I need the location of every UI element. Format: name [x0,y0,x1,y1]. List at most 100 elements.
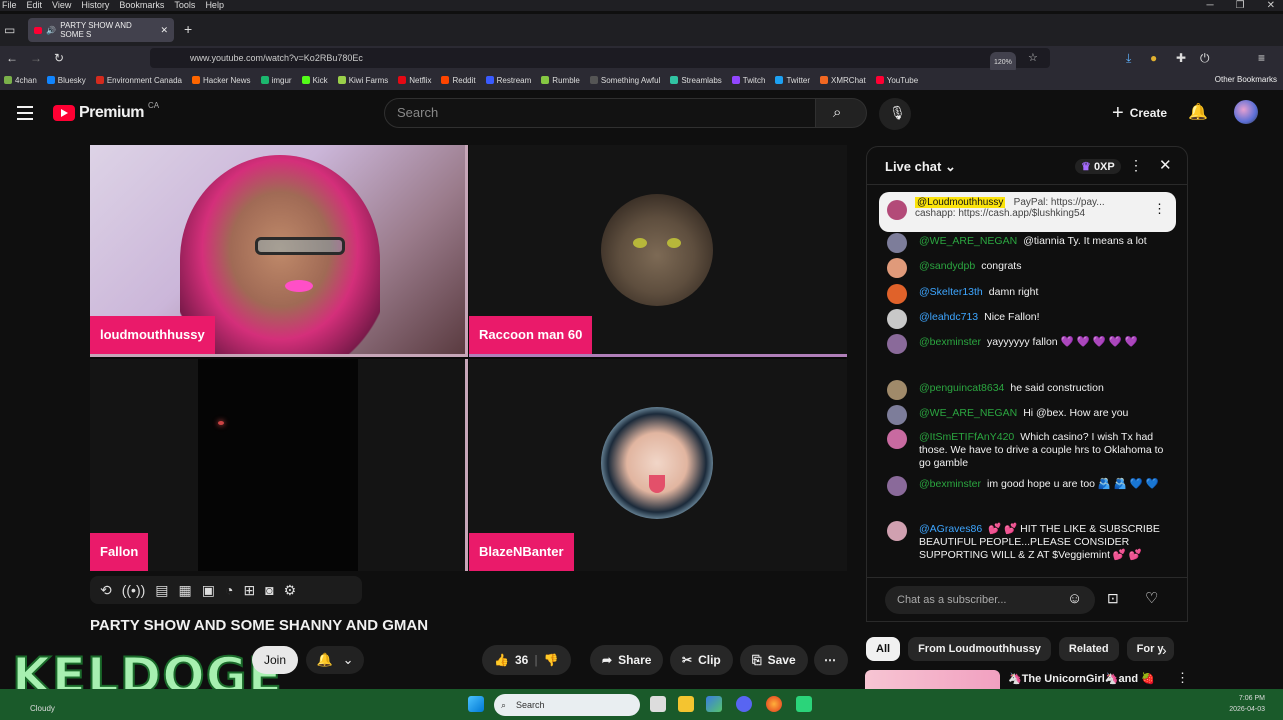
recommended-more-icon[interactable]: ⋮ [1176,670,1189,686]
like-button[interactable]: 👍 36 | 👎 [482,645,571,675]
menu-edit[interactable]: Edit [27,0,43,11]
avatar[interactable] [1234,100,1258,124]
heart-icon[interactable]: ♡ [1145,589,1158,607]
file-explorer-icon[interactable] [678,696,694,712]
back-icon[interactable]: ← [6,51,18,65]
recommended-thumbnail[interactable] [865,670,1000,690]
bookmark-item[interactable]: Bluesky [46,76,86,85]
chat-author[interactable]: @leahdc713 [919,311,978,323]
chevron-down-icon[interactable]: ⌄ [945,159,956,174]
more-actions-button[interactable]: ⋯ [814,645,848,675]
bookmark-item[interactable]: Rumble [541,76,580,85]
emoji-icon[interactable]: ☺ [1067,590,1082,607]
menu-help[interactable]: Help [205,0,224,11]
chat-author[interactable]: @bexminster [919,478,981,490]
save-button[interactable]: ⎘ Save [740,645,808,675]
forward-icon[interactable]: → [30,51,42,65]
extension-icon[interactable]: ● [1150,51,1157,65]
bookmark-item[interactable]: YouTube [875,76,918,85]
bookmark-star-icon[interactable]: ☆ [1028,48,1038,68]
minimize-icon[interactable]: ─ [1207,0,1214,11]
super-chat-icon[interactable]: ⊡ [1107,590,1119,607]
chat-title[interactable]: Live chat [885,159,941,174]
clapper-icon[interactable]: ▦ [179,582,192,599]
search-button[interactable]: ⌕ [815,98,867,128]
voice-search-button[interactable]: 🎙 [879,98,911,130]
chat-message[interactable]: @WE_ARE_NEGAN @tiannia Ty. It means a lot [887,233,1177,253]
add-icon[interactable]: ⊞ [243,582,255,599]
recommended-title[interactable]: 🦄The UnicornGirl🦄and 🍓 [1008,672,1155,685]
create-button[interactable]: + Create [1102,98,1177,128]
menu-tools[interactable]: Tools [174,0,195,11]
chat-author[interactable]: @bexminster [919,336,981,348]
weather-text[interactable]: Cloudy [30,704,55,713]
bookmark-item[interactable]: Environment Canada [95,76,182,85]
extensions-puzzle-icon[interactable]: ✚ [1176,51,1186,65]
loop-icon[interactable]: ⟲ [100,582,112,599]
chat-more-icon[interactable]: ⋮ [1129,157,1143,174]
chat-author[interactable]: @sandydpb [919,260,975,272]
pinned-more-icon[interactable]: ⋮ [1153,201,1166,217]
browser-tab[interactable]: 🔊 PARTY SHOW AND SOME S ✕ [28,18,174,42]
windows-start-icon[interactable] [468,696,484,712]
chat-message[interactable]: @WE_ARE_NEGAN Hi @bex. How are you [887,405,1177,425]
chat-message[interactable]: @AGraves86 💕 💕 HIT THE LIKE & SUBSCRIBE B… [887,521,1177,562]
xp-badge[interactable]: ♛ 0XP [1075,159,1121,174]
system-clock[interactable]: 7:06 PM 2026-04-03 [1229,693,1265,715]
menu-history[interactable]: History [81,0,109,11]
chat-message[interactable]: @ItSmETIFfAnY420 Which casino? I wish Tx … [887,429,1177,470]
chat-author[interactable]: @AGraves86 [919,523,982,535]
chip-from-channel[interactable]: From Loudmouthhussy [908,637,1051,661]
new-tab-icon[interactable]: + [184,21,192,37]
stats-icon[interactable]: ▤ [155,582,168,599]
bookmark-item[interactable]: imgur [260,76,292,85]
chat-input[interactable]: Chat as a subscriber... [885,586,1095,614]
clip-button[interactable]: ✂ Clip [670,645,733,675]
menu-bookmarks[interactable]: Bookmarks [119,0,164,11]
chat-message[interactable]: @sandydpb congrats [887,258,1177,278]
notifications-bell-icon[interactable]: 🔔 [1188,102,1208,122]
bookmark-item[interactable]: Streamlabs [670,76,722,85]
join-button[interactable]: Join [252,646,298,674]
menu-file[interactable]: File [2,0,17,11]
thumbs-down-icon[interactable]: 👎 [544,653,559,667]
other-bookmarks[interactable]: Other Bookmarks [1215,75,1277,84]
bookmark-item[interactable]: Twitter [775,76,810,85]
bookmark-item[interactable]: Netflix [398,76,431,85]
settings-gear-icon[interactable]: ⚙ [284,582,297,599]
video-player[interactable]: loudmouthhussy Raccoon man 60 Fallon Bla… [90,145,847,571]
pinned-message[interactable]: @Loudmouthhussy PayPal: https://pay... c… [879,192,1176,232]
subscribe-bell-button[interactable]: 🔔 ⌄ [306,646,364,674]
chat-message[interactable]: @leahdc713 Nice Fallon! [887,309,1177,329]
taskbar-search[interactable]: ⌕ Search [494,694,640,716]
live-icon[interactable]: ((•)) [122,582,146,598]
bookmark-item[interactable]: Kick [301,76,328,85]
chat-author[interactable]: @Skelter13th [919,286,983,298]
bookmark-item[interactable]: Something Awful [589,76,660,85]
share-button[interactable]: ➦ Share [590,645,664,675]
bookmark-item[interactable]: Reddit [441,76,476,85]
chevron-right-icon[interactable]: › [1162,642,1167,658]
menu-view[interactable]: View [52,0,71,11]
speed-icon[interactable]: ◔ [225,582,233,598]
screen-icon[interactable]: ▣ [202,582,215,599]
app-menu-icon[interactable]: ≡ [1258,51,1265,65]
chip-all[interactable]: All [866,637,901,661]
bookmark-item[interactable]: Kiwi Farms [337,76,388,85]
reload-icon[interactable]: ↻ [54,51,64,65]
bookmark-item[interactable]: Hacker News [191,76,251,85]
task-view-icon[interactable] [650,696,666,712]
download-icon[interactable]: ⤓ [1126,51,1131,66]
close-window-icon[interactable]: ✕ [1267,0,1275,11]
firefox-icon[interactable] [766,696,782,712]
bookmark-item[interactable]: 4chan [4,76,37,85]
profile-icon[interactable]: ⏻ [1200,51,1210,66]
url-bar[interactable]: www.youtube.com/watch?v=Ko2RBu780Ec 120%… [150,48,1050,74]
chat-author[interactable]: @WE_ARE_NEGAN [919,407,1017,419]
chat-message[interactable]: @penguincat8634 he said construction [887,380,1177,400]
close-tab-icon[interactable]: ✕ [160,25,168,36]
discord-icon[interactable] [736,696,752,712]
close-chat-icon[interactable]: ✕ [1159,156,1172,174]
hamburger-menu-icon[interactable] [17,106,33,120]
tab-list-icon[interactable]: ▭ [4,23,15,37]
